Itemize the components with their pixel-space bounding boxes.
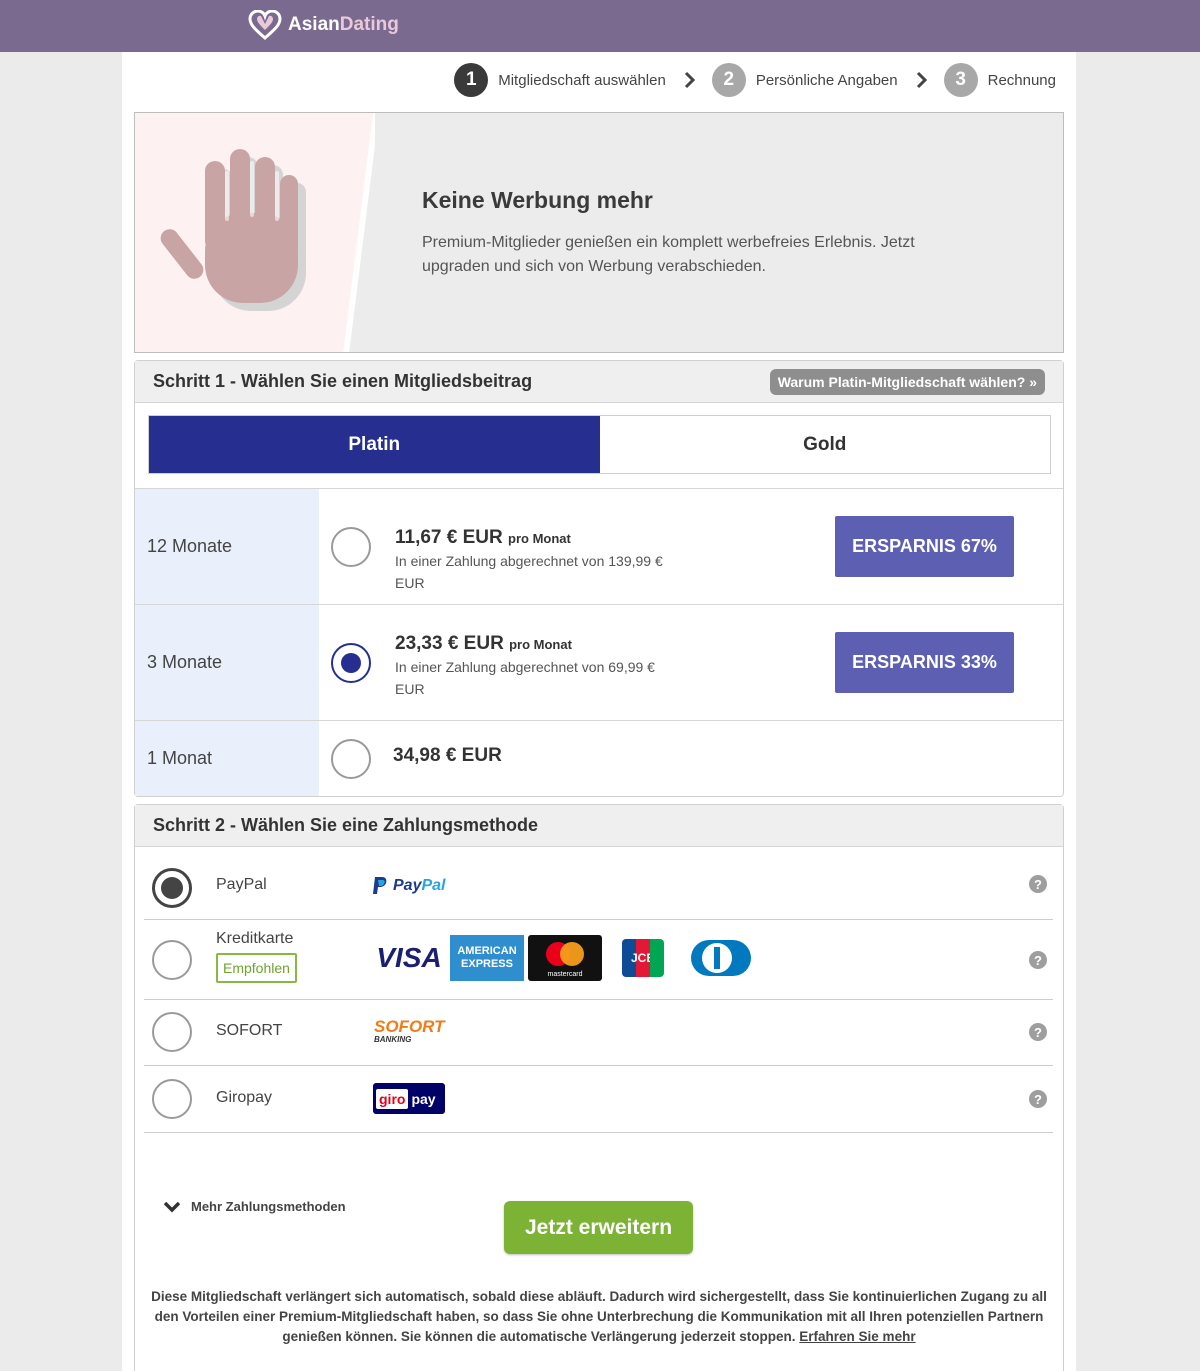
heart-logo-icon	[248, 10, 282, 40]
payment-option-giropay[interactable]: Giropay giro pay ?	[144, 1066, 1053, 1133]
checkout-steps: 1 Mitgliedschaft auswählen 2 Persönliche…	[454, 63, 1056, 97]
payment-radio[interactable]	[152, 1012, 192, 1052]
learn-more-link[interactable]: Erfahren Sie mehr	[799, 1329, 915, 1344]
payment-section: Schritt 2 - Wählen Sie eine Zahlungsmeth…	[134, 804, 1064, 1371]
sofort-logo: SOFORT BANKING	[374, 1017, 445, 1044]
payment-option-sofort[interactable]: SOFORT SOFORT BANKING ?	[144, 1000, 1053, 1066]
step-2-number: 2	[711, 63, 746, 97]
more-payment-methods[interactable]: Mehr Zahlungsmethoden	[163, 1199, 346, 1214]
payment-option-creditcard[interactable]: Kreditkarte Empfohlen VISA AMERICAN EXPR…	[144, 920, 1053, 1000]
jcb-logo: JCB	[606, 935, 680, 981]
help-icon[interactable]: ?	[1029, 1090, 1047, 1108]
chevron-right-icon	[916, 71, 927, 89]
visa-logo: VISA	[376, 942, 442, 973]
logo-text: AsianDating	[288, 14, 399, 35]
diners-club-logo	[684, 935, 758, 981]
payment-name: SOFORT	[216, 1022, 283, 1039]
plan-radio[interactable]	[331, 527, 371, 567]
payment-radio-selected[interactable]	[152, 868, 192, 908]
payment-section-header: Schritt 2 - Wählen Sie eine Zahlungsmeth…	[135, 805, 1063, 847]
payment-radio[interactable]	[152, 940, 192, 980]
recommended-badge: Empfohlen	[216, 953, 297, 983]
help-icon[interactable]: ?	[1029, 951, 1047, 969]
step-3[interactable]: 3 Rechnung	[943, 63, 1056, 97]
plan-radio-selected[interactable]	[331, 643, 371, 683]
membership-section-title: Schritt 1 - Wählen Sie einen Mitgliedsbe…	[153, 371, 533, 391]
payment-name: Kreditkarte	[216, 930, 294, 947]
payment-name: Giropay	[216, 1089, 273, 1106]
upgrade-now-button[interactable]: Jetzt erweitern	[504, 1201, 693, 1254]
step-3-label: Rechnung	[987, 71, 1056, 89]
step-2-label: Persönliche Angaben	[755, 71, 898, 89]
saving-badge: ERSPARNIS 33%	[835, 632, 1014, 693]
payment-name: PayPal	[216, 876, 267, 893]
chevron-down-icon	[163, 1201, 181, 1212]
plan-price: 34,98 € EUR	[393, 745, 502, 766]
plan-duration: 1 Monat	[135, 721, 319, 796]
plan-row-3-months[interactable]: 3 Monate 23,33 € EUR pro Monat In einer …	[135, 604, 1063, 720]
plan-price: 23,33 € EUR pro Monat	[395, 633, 572, 654]
more-payment-methods-label: Mehr Zahlungsmethoden	[191, 1199, 346, 1214]
banner-title: Keine Werbung mehr	[422, 187, 653, 213]
payment-radio[interactable]	[152, 1079, 192, 1119]
step-2[interactable]: 2 Persönliche Angaben	[711, 63, 898, 97]
no-ads-banner: Keine Werbung mehr Premium-Mitglieder ge…	[134, 112, 1064, 353]
tab-gold[interactable]: Gold	[599, 416, 1050, 473]
plan-row-12-months[interactable]: 12 Monate 11,67 € EUR pro Monat In einer…	[135, 488, 1063, 604]
payment-option-paypal[interactable]: PayPal PayPal ?	[144, 848, 1053, 920]
stop-hand-icon	[135, 113, 375, 352]
step-1[interactable]: 1 Mitgliedschaft auswählen	[454, 63, 666, 97]
membership-section-header: Schritt 1 - Wählen Sie einen Mitgliedsbe…	[135, 361, 1063, 403]
tab-platin[interactable]: Platin	[149, 416, 600, 473]
step-1-label: Mitgliedschaft auswählen	[498, 71, 666, 89]
step-1-number: 1	[454, 63, 489, 97]
plan-billing: In einer Zahlung abgerechnet von 139,99 …	[395, 553, 663, 591]
plan-row-1-month[interactable]: 1 Monat 34,98 € EUR	[135, 720, 1063, 796]
plan-duration: 3 Monate	[135, 605, 319, 720]
membership-section: Schritt 1 - Wählen Sie einen Mitgliedsbe…	[134, 360, 1064, 797]
why-platinum-button[interactable]: Warum Platin-Mitgliedschaft wählen? »	[769, 369, 1045, 395]
site-logo[interactable]: AsianDating	[248, 9, 399, 41]
mastercard-logo: mastercard	[528, 935, 602, 981]
top-bar: AsianDating	[0, 0, 1200, 52]
paypal-logo: PayPal	[372, 876, 445, 896]
main-container: 1 Mitgliedschaft auswählen 2 Persönliche…	[122, 52, 1076, 1371]
saving-badge: ERSPARNIS 67%	[835, 516, 1014, 577]
help-icon[interactable]: ?	[1029, 875, 1047, 893]
help-icon[interactable]: ?	[1029, 1023, 1047, 1041]
plan-price: 11,67 € EUR pro Monat	[395, 527, 571, 548]
chevron-right-icon	[684, 71, 695, 89]
paypal-icon	[373, 877, 387, 894]
membership-tabs: Platin Gold	[148, 415, 1051, 474]
plan-duration: 12 Monate	[135, 489, 319, 604]
card-logos: VISA AMERICAN EXPRESS mastercard JCB	[372, 935, 758, 981]
giropay-logo: giro pay	[373, 1083, 445, 1114]
legal-notice: Diese Mitgliedschaft verlängert sich aut…	[141, 1287, 1057, 1347]
diners-club-icon	[691, 940, 751, 976]
payment-section-title: Schritt 2 - Wählen Sie eine Zahlungsmeth…	[153, 815, 539, 835]
step-3-number: 3	[943, 63, 978, 97]
amex-logo: AMERICAN EXPRESS	[450, 935, 524, 981]
plan-radio[interactable]	[331, 739, 371, 779]
banner-text: Premium-Mitglieder genießen ein komplett…	[422, 234, 915, 275]
plan-billing: In einer Zahlung abgerechnet von 69,99 €…	[395, 659, 655, 697]
